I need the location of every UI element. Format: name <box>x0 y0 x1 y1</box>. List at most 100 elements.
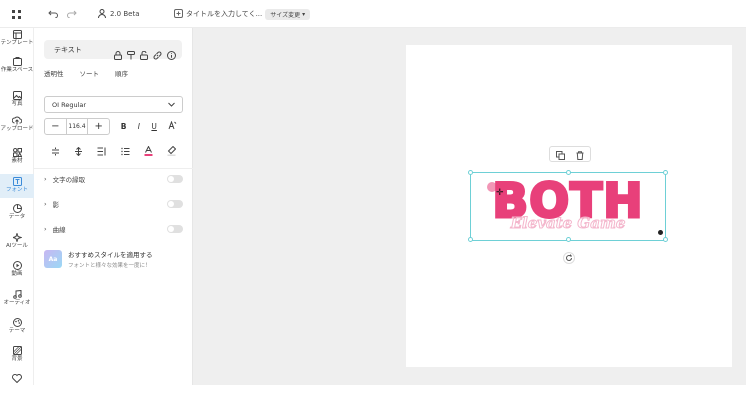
cursor-icon: ✛ <box>496 188 504 198</box>
promo-subtitle: フォントと様々な効果を一度に！ <box>68 263 151 269</box>
resize-handle[interactable] <box>468 170 473 175</box>
theme-icon <box>12 318 22 327</box>
accordion-label: 影 <box>52 201 60 209</box>
sidebar-item-video[interactable]: 動画 <box>0 261 34 281</box>
elements-icon <box>12 148 22 157</box>
chevron-down-icon <box>167 100 176 111</box>
undo-icon[interactable] <box>48 0 58 28</box>
promo-title: おすすめスタイルを適用する <box>68 251 153 259</box>
ai-tools-icon <box>12 233 22 242</box>
letter-spacing-icon[interactable] <box>51 141 60 160</box>
underline-button[interactable]: U <box>151 122 157 131</box>
sidebar-item-photo[interactable]: 写真 <box>0 91 34 111</box>
subtab-sort[interactable]: ソート <box>80 68 100 78</box>
sub-text: Elevate Game <box>510 214 626 232</box>
sidebar-item-elements[interactable]: 素材 <box>0 148 34 168</box>
user-icon <box>98 8 106 20</box>
text-tab-label[interactable]: テキスト <box>54 45 82 55</box>
highlighter-icon[interactable] <box>167 141 177 160</box>
sidebar-item-ai-tools[interactable]: AIツール <box>0 233 34 253</box>
element-toolbar <box>549 146 591 162</box>
resize-handle[interactable] <box>663 170 668 175</box>
curve-toggle[interactable] <box>167 225 183 233</box>
version-indicator[interactable]: 2.0 Beta <box>98 0 140 28</box>
lock-icon[interactable] <box>114 45 122 64</box>
document-icon <box>174 8 183 20</box>
unlock-icon[interactable] <box>140 45 148 64</box>
version-label: 2.0 Beta <box>110 10 140 18</box>
text-style-buttons: B I U <box>115 118 183 135</box>
accordion-shadow[interactable]: › 影 <box>44 197 183 211</box>
sidebar-item-upload[interactable]: アップロード <box>0 116 34 142</box>
top-bar: 2.0 Beta タイトルを入力してく... サイズ変更 ▾ <box>0 0 746 28</box>
bold-button[interactable]: B <box>121 122 127 131</box>
resize-label: サイズ変更 <box>270 11 301 19</box>
resize-handle[interactable] <box>468 237 473 242</box>
outline-toggle[interactable] <box>167 175 183 183</box>
sidebar-item-template[interactable]: テンプレート <box>0 30 34 56</box>
left-nav: テンプレート 作業スペース 写真 アップロード 素材 フォント データ AIツー… <box>0 28 34 385</box>
resize-handle[interactable] <box>566 170 571 175</box>
shadow-toggle[interactable] <box>167 200 183 208</box>
resize-dropdown[interactable]: サイズ変更 ▾ <box>265 8 311 20</box>
rotate-handle[interactable] <box>563 252 575 264</box>
upload-icon <box>12 116 22 125</box>
resize-handle[interactable] <box>663 237 668 242</box>
chevron-right-icon: › <box>44 200 47 208</box>
sidebar-item-audio[interactable]: オーディオ <box>0 290 34 310</box>
audio-icon <box>12 290 22 299</box>
redo-icon[interactable] <box>67 0 77 28</box>
sidebar-item-font[interactable]: フォント <box>0 174 34 198</box>
accordion-outline[interactable]: › 文字の縁取 <box>44 172 183 186</box>
canvas-area: BOTH Elevate Game ✛ ⌃ <box>193 28 746 413</box>
decrease-size-button[interactable]: − <box>45 119 66 134</box>
text-tab-header: テキスト <box>44 40 182 60</box>
properties-panel: テキスト 透明性 ソート 順序 OI Regular − 116.4 + B I… <box>34 28 193 385</box>
font-size-stepper[interactable]: − 116.4 + <box>44 118 110 135</box>
chevron-right-icon: › <box>44 225 47 233</box>
sidebar-item-data[interactable]: データ <box>0 204 34 224</box>
rotate-icon <box>566 254 572 261</box>
list-icon[interactable] <box>121 141 130 160</box>
accordion-label: 文字の縁取 <box>52 176 86 184</box>
sidebar-item-background[interactable]: 背景 <box>0 346 34 366</box>
chevron-down-icon: ▾ <box>302 10 306 18</box>
subtab-order[interactable]: 順序 <box>115 68 128 78</box>
selected-text-element[interactable]: BOTH Elevate Game ✛ <box>468 170 668 242</box>
sidebar-item-workspace[interactable]: 作業スペース <box>0 57 34 83</box>
sidebar-item-theme[interactable]: テーマ <box>0 318 34 338</box>
subtabs: 透明性 ソート 順序 <box>44 68 128 78</box>
panel-divider <box>34 168 193 169</box>
italic-button[interactable]: I <box>138 122 140 131</box>
info-icon[interactable] <box>167 45 176 64</box>
accordion-label: 曲線 <box>52 226 66 234</box>
document-title[interactable]: タイトルを入力してく... <box>186 9 262 19</box>
favorite-heart-icon[interactable] <box>0 374 34 386</box>
subtab-transparency[interactable]: 透明性 <box>44 68 64 78</box>
accordion-curve[interactable]: › 曲線 <box>44 222 183 236</box>
resize-handle[interactable] <box>566 237 571 242</box>
font-family-select[interactable]: OI Regular <box>44 96 183 113</box>
line-height-icon[interactable] <box>74 141 83 160</box>
text-align-icon[interactable] <box>97 141 107 160</box>
text-effects-icon[interactable] <box>168 120 177 132</box>
increase-size-button[interactable]: + <box>88 119 109 134</box>
font-size-value[interactable]: 116.4 <box>65 119 89 134</box>
anchor-dot <box>658 230 663 235</box>
paint-roller-icon[interactable] <box>127 45 135 64</box>
trash-icon[interactable] <box>576 145 584 164</box>
grid-menu-icon[interactable] <box>12 0 21 28</box>
design-page[interactable]: BOTH Elevate Game ✛ <box>406 45 732 367</box>
duplicate-icon[interactable] <box>555 145 565 164</box>
link-icon[interactable] <box>153 45 162 64</box>
video-icon <box>12 261 22 270</box>
workspace-icon <box>12 57 22 66</box>
recommended-style-promo[interactable]: Aa おすすめスタイルを適用する フォントと様々な効果を一度に！ <box>44 248 183 270</box>
template-icon <box>12 30 22 39</box>
text-color-button[interactable] <box>144 141 153 160</box>
text-graphic: BOTH Elevate Game <box>491 173 644 233</box>
promo-thumbnail: Aa <box>44 250 62 268</box>
title-area[interactable]: タイトルを入力してく... サイズ変更 ▾ <box>174 0 311 28</box>
font-family-value: OI Regular <box>52 100 87 109</box>
alignment-row <box>44 142 183 159</box>
